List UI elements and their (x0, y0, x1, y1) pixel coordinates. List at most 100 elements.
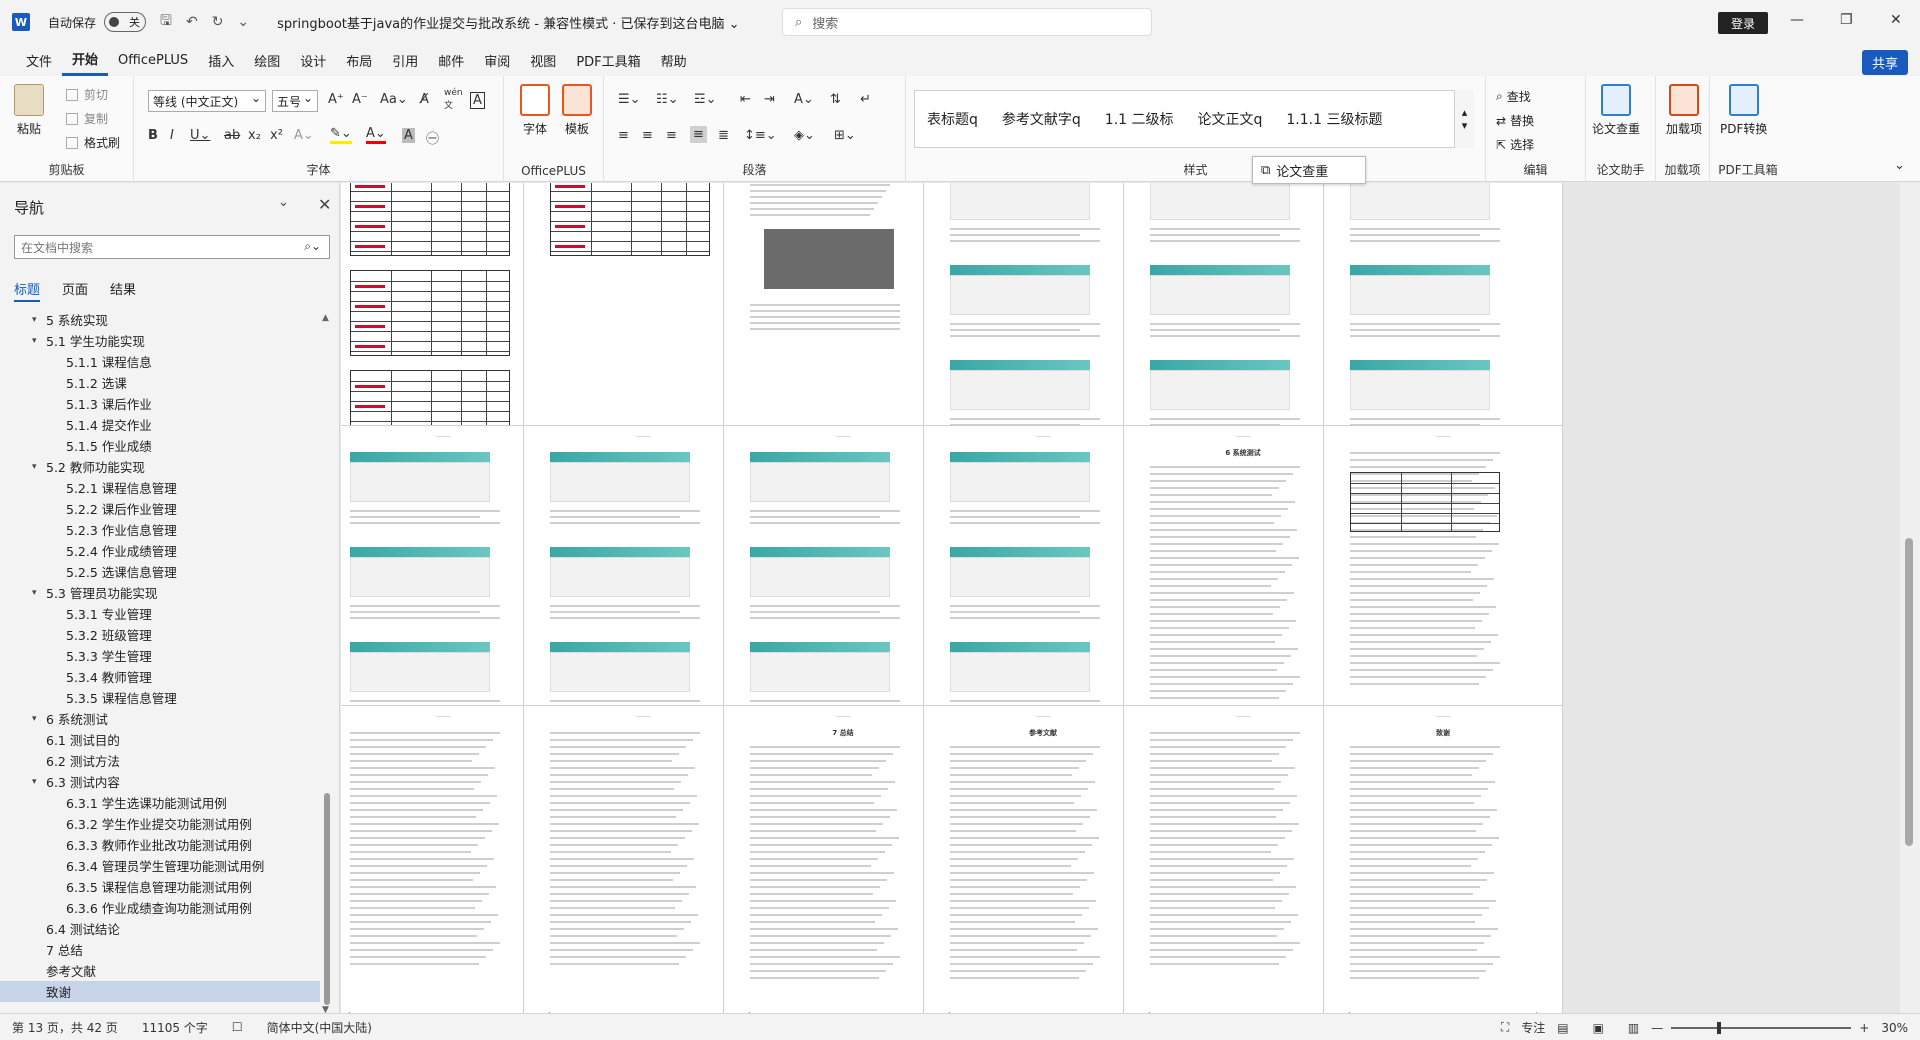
shrink-font-icon[interactable]: A⁻ (352, 92, 368, 107)
autosave-toggle[interactable]: 关 (104, 12, 147, 32)
nav-heading-item[interactable]: 6.2 测试方法 (0, 750, 320, 771)
nav-heading-item[interactable]: 5.1.1 课程信息 (0, 351, 320, 372)
focus-label[interactable]: 专注 (1521, 1019, 1545, 1036)
menu-item[interactable]: OfficePLUS (108, 44, 198, 76)
nav-heading-item[interactable]: 5.3.4 教师管理 (0, 666, 320, 687)
menu-item[interactable]: 视图 (520, 44, 566, 76)
char-shading-icon[interactable]: A (402, 128, 415, 143)
styles-more-button[interactable]: ▴ ▾ (1454, 90, 1474, 148)
nav-heading-item[interactable]: ▾ 6.3 测试内容 (0, 771, 320, 792)
nav-scrollbar[interactable]: ▲ ▼ (322, 313, 332, 1015)
nav-heading-item[interactable]: 5.1.3 课后作业 (0, 393, 320, 414)
nav-heading-item[interactable]: 5.3.3 学生管理 (0, 645, 320, 666)
strikethrough-icon[interactable]: ab (224, 128, 240, 143)
language-indicator[interactable]: 简体中文(中国大陆) (267, 1019, 372, 1036)
document-title[interactable]: springboot基于java的作业提交与批改系统 - 兼容性模式 · 已保存… (277, 13, 739, 32)
menu-item[interactable]: 帮助 (651, 44, 697, 76)
menu-item[interactable]: 引用 (382, 44, 428, 76)
select-button[interactable]: ⇱ 选择 (1496, 136, 1534, 153)
align-right-icon[interactable]: ≡ (666, 128, 677, 143)
paper-check-popup[interactable]: ⧉ 论文查重 (1252, 156, 1366, 184)
nav-heading-item[interactable]: 5.2.3 作业信息管理 (0, 519, 320, 540)
nav-heading-item[interactable]: 5.2.1 课程信息管理 (0, 477, 320, 498)
nav-heading-item[interactable]: 5.3.1 专业管理 (0, 603, 320, 624)
nav-scroll-thumb[interactable] (324, 793, 330, 1005)
style-item[interactable]: 参考文献字q (990, 109, 1093, 129)
focus-icon[interactable]: ⛶ (1501, 1020, 1509, 1035)
nav-heading-item[interactable]: 6.3.5 课程信息管理功能测试用例 (0, 876, 320, 897)
format-painter-button[interactable]: 格式刷 (66, 134, 120, 151)
addins-button[interactable]: 加载项 (1666, 84, 1702, 137)
find-button[interactable]: ⌕ 查找 (1496, 88, 1531, 105)
collapse-arrow-icon[interactable]: ▾ (32, 462, 46, 472)
justify-icon[interactable]: ≡ (690, 126, 707, 143)
nav-heading-item[interactable]: 5.3.5 课程信息管理 (0, 687, 320, 708)
collapse-arrow-icon[interactable]: ▾ (32, 336, 46, 346)
pdf-convert-button[interactable]: PDF转换 (1720, 84, 1767, 137)
nav-heading-item[interactable]: 5.1.5 作业成绩 (0, 435, 320, 456)
underline-icon[interactable]: U⌄ (190, 128, 210, 143)
copy-button[interactable]: 复制 (66, 110, 108, 127)
nav-heading-item[interactable]: 6.4 测试结论 (0, 918, 320, 939)
collapse-arrow-icon[interactable]: ▾ (32, 588, 46, 598)
replace-button[interactable]: ⇄ 替换 (1496, 112, 1534, 129)
clear-format-icon[interactable]: A̸ (420, 92, 429, 107)
menu-item[interactable]: PDF工具箱 (566, 44, 650, 76)
read-mode-icon[interactable]: ▤ (1557, 1021, 1568, 1035)
multilevel-list-icon[interactable]: ☲⌄ (694, 92, 717, 107)
grow-font-icon[interactable]: A⁺ (328, 92, 344, 107)
nav-tab[interactable]: 页面 (62, 279, 88, 302)
proofing-icon[interactable]: ☐ (232, 1020, 243, 1034)
nav-heading-item[interactable]: 5.3.2 班级管理 (0, 624, 320, 645)
menu-item[interactable]: 绘图 (244, 44, 290, 76)
zoom-in-icon[interactable]: + (1859, 1021, 1869, 1035)
borders-icon[interactable]: ⊞⌄ (834, 128, 856, 143)
redo-icon[interactable]: ↻ (212, 14, 224, 30)
close-icon[interactable]: ✕ (1890, 12, 1902, 28)
highlight-icon[interactable]: ✎⌄ (330, 126, 352, 144)
web-layout-icon[interactable]: ▥ (1628, 1021, 1639, 1035)
menu-item[interactable]: 设计 (290, 44, 336, 76)
menu-item[interactable]: 文件 (16, 44, 62, 76)
collapse-arrow-icon[interactable]: ▾ (32, 714, 46, 724)
style-item[interactable]: 1.1.1 三级标题 (1274, 109, 1394, 129)
nav-heading-item[interactable]: 5.2.2 课后作业管理 (0, 498, 320, 519)
nav-heading-item[interactable]: 5.1.2 选课 (0, 372, 320, 393)
phonetic-guide-icon[interactable]: wén 文 (444, 88, 463, 111)
italic-icon[interactable]: I (170, 128, 174, 143)
zoom-knob[interactable] (1717, 1021, 1722, 1034)
collapse-arrow-icon[interactable]: ▾ (32, 315, 46, 325)
menu-item[interactable]: 布局 (336, 44, 382, 76)
line-spacing-icon[interactable]: ↕≡⌄ (744, 128, 777, 143)
paste-button[interactable]: 粘贴 (14, 84, 44, 137)
nav-options-icon[interactable]: ⌄ (278, 195, 289, 210)
zoom-slider[interactable] (1671, 1021, 1852, 1034)
zoom-level[interactable]: 30% (1881, 1021, 1908, 1035)
bold-icon[interactable]: B (148, 128, 158, 143)
text-effects-icon[interactable]: A⌄ (294, 128, 314, 143)
document-scrollbar[interactable] (1900, 183, 1920, 1013)
bullets-icon[interactable]: ☰⌄ (618, 92, 641, 107)
search-box[interactable]: ⌕ 搜索 (782, 8, 1152, 36)
nav-heading-item[interactable]: 参考文献 (0, 960, 320, 981)
save-icon[interactable]: 🖫 (160, 10, 172, 34)
nav-heading-item[interactable]: 7 总结 (0, 939, 320, 960)
nav-heading-item[interactable]: ▾ 5 系统实现 (0, 309, 320, 330)
nav-heading-item[interactable]: 6.3.2 学生作业提交功能测试用例 (0, 813, 320, 834)
style-item[interactable]: 论文正文q (1186, 109, 1275, 129)
menu-item[interactable]: 开始 (62, 44, 109, 76)
nav-heading-item[interactable]: 6.3.6 作业成绩查询功能测试用例 (0, 897, 320, 918)
customize-toolbar-icon[interactable]: ⌄ (237, 14, 249, 30)
nav-heading-item[interactable]: 5.1.4 提交作业 (0, 414, 320, 435)
scroll-up-icon[interactable]: ▲ (322, 313, 329, 323)
align-left-icon[interactable]: ≡ (618, 128, 629, 143)
enclose-char-icon[interactable]: ㊀ (426, 128, 439, 147)
menu-item[interactable]: 审阅 (474, 44, 520, 76)
font-name-select[interactable]: 等线 (中文正文) (148, 90, 266, 112)
align-center-icon[interactable]: ≡ (642, 128, 653, 143)
sort-icon[interactable]: ⇅ (830, 92, 841, 107)
login-button[interactable]: 登录 (1718, 12, 1768, 34)
style-item[interactable]: 表标题q (915, 109, 990, 129)
decrease-indent-icon[interactable]: ⇤ (740, 92, 751, 107)
print-layout-icon[interactable]: ▣ (1593, 1021, 1604, 1035)
